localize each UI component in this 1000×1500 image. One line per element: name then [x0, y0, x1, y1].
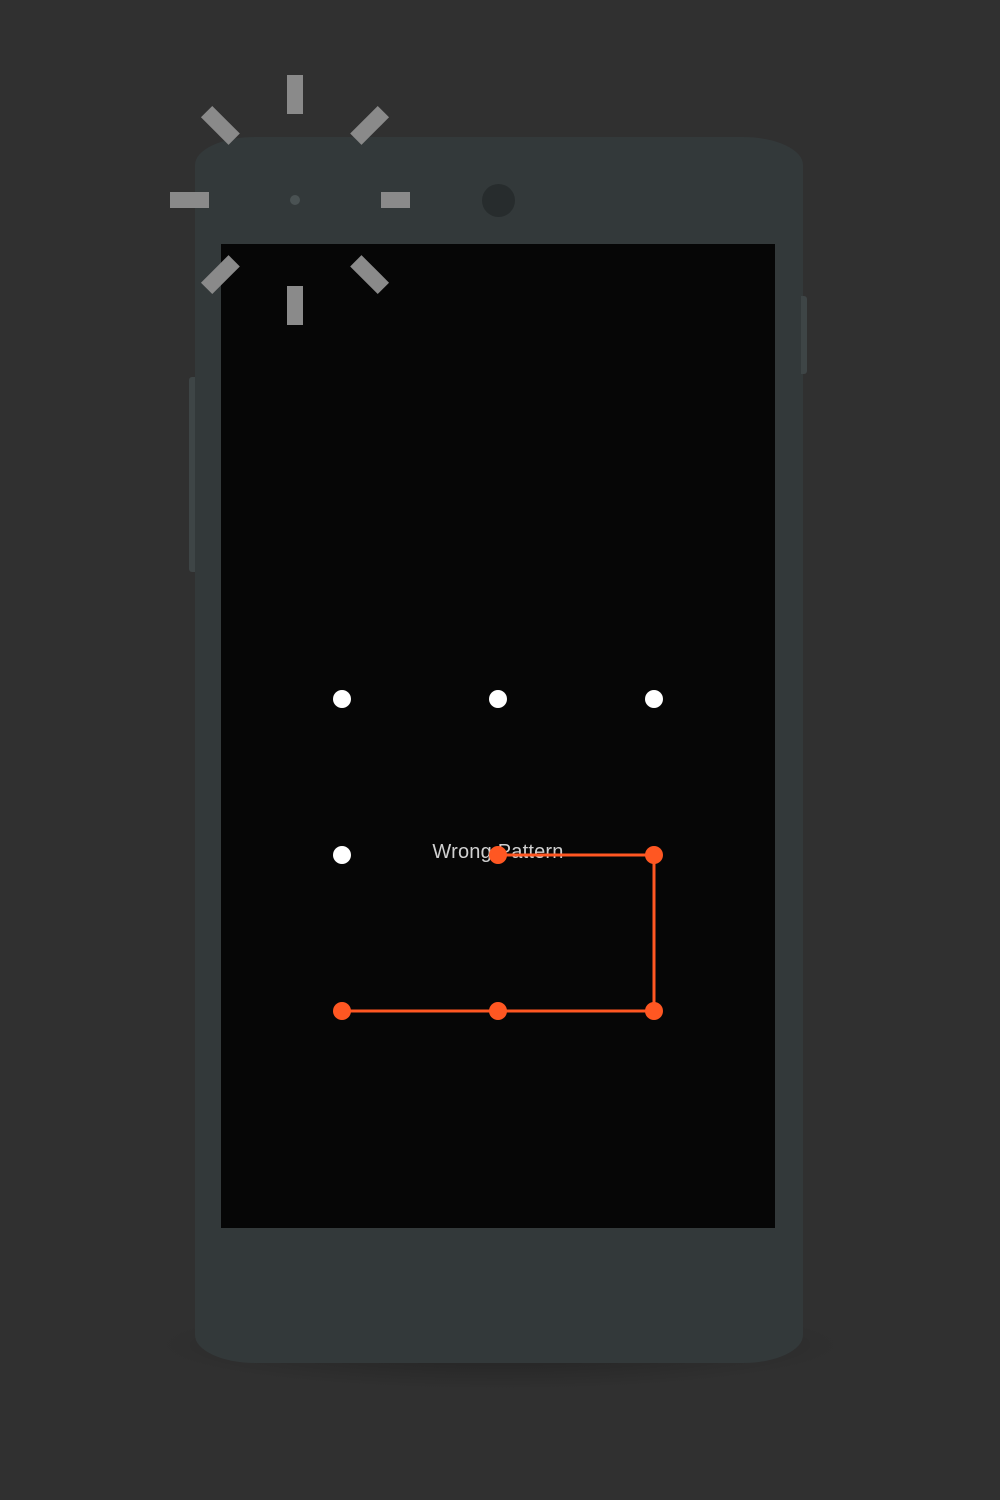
burst-ray-3	[381, 192, 410, 208]
stage: Wrong Pattern	[0, 0, 1000, 1500]
pattern-dot-selected-7[interactable]	[333, 1002, 351, 1020]
alert-burst-icon	[170, 75, 410, 325]
power-button[interactable]	[801, 296, 807, 374]
pattern-dot-1[interactable]	[333, 690, 351, 708]
pattern-dot-2[interactable]	[489, 690, 507, 708]
pattern-dot-selected-8[interactable]	[489, 1002, 507, 1020]
burst-ray-1	[287, 75, 303, 114]
pattern-dot-3[interactable]	[645, 690, 663, 708]
burst-ray-8	[200, 105, 240, 145]
burst-ray-7	[170, 192, 209, 208]
burst-ray-4	[350, 255, 390, 295]
front-camera	[482, 184, 515, 217]
pattern-dot-selected-5[interactable]	[489, 846, 507, 864]
lock-screen: Wrong Pattern	[221, 244, 775, 1228]
burst-ray-6	[200, 255, 240, 295]
pattern-dot-selected-6[interactable]	[645, 846, 663, 864]
burst-ray-5	[287, 286, 303, 325]
pattern-dot-4[interactable]	[333, 846, 351, 864]
pattern-dot-selected-9[interactable]	[645, 1002, 663, 1020]
burst-ray-2	[350, 105, 390, 145]
pattern-grid[interactable]	[221, 244, 775, 1228]
volume-button[interactable]	[189, 377, 195, 572]
